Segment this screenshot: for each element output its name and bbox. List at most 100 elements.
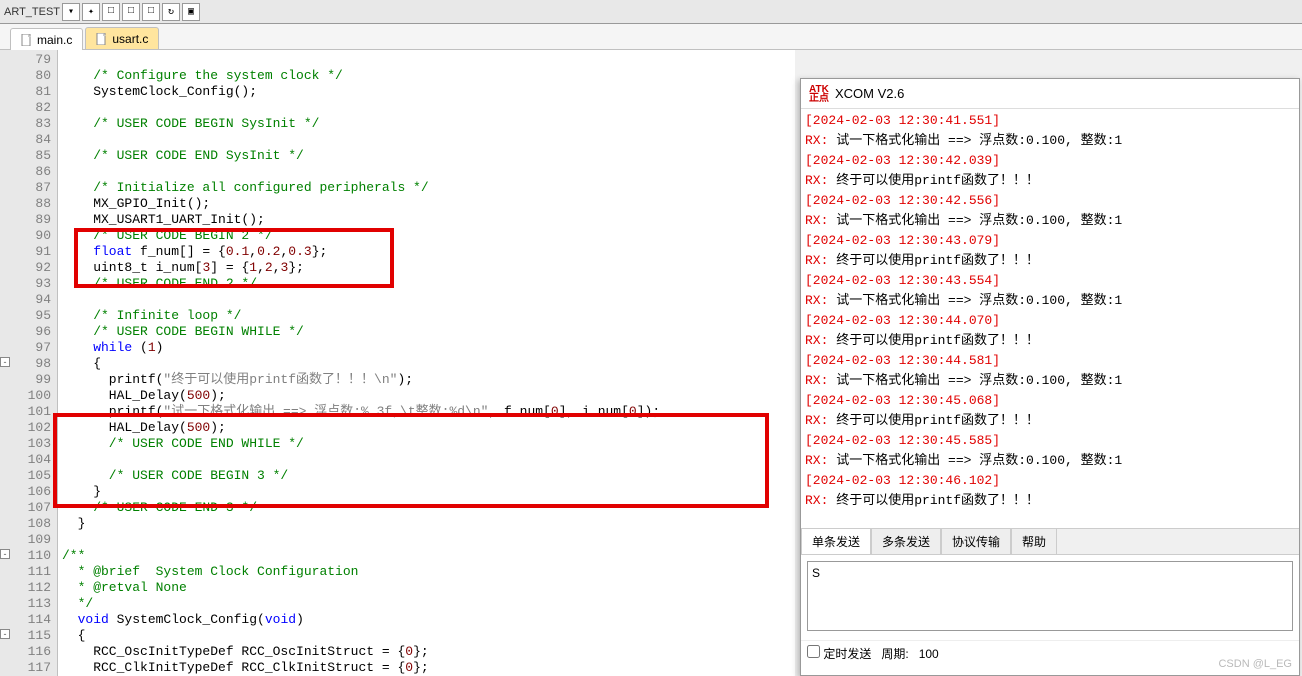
toolbar-btn-5[interactable]: ↻ <box>162 3 180 21</box>
xtab-single-send[interactable]: 单条发送 <box>801 528 871 554</box>
fold-toggle-icon[interactable]: - <box>0 357 10 367</box>
fold-toggle-icon[interactable]: - <box>0 549 10 559</box>
tab-label: usart.c <box>112 32 148 46</box>
line-number: 97 <box>0 340 57 356</box>
line-number: 108 <box>0 516 57 532</box>
toolbar-btn-3[interactable]: □ <box>122 3 140 21</box>
line-number: 103 <box>0 436 57 452</box>
code-line[interactable] <box>58 100 795 116</box>
toolbar-btn-4[interactable]: □ <box>142 3 160 21</box>
code-line[interactable]: while (1) <box>58 340 795 356</box>
code-line[interactable]: } <box>58 516 795 532</box>
toolbar-btn-2[interactable]: □ <box>102 3 120 21</box>
log-rx-line: RX: 试一下格式化输出 ==> 浮点数:0.100, 整数:1 <box>805 131 1295 151</box>
code-line[interactable]: { <box>58 628 795 644</box>
code-line[interactable]: /* Configure the system clock */ <box>58 68 795 84</box>
xtab-multi-send[interactable]: 多条发送 <box>871 528 941 554</box>
xcom-send-input[interactable] <box>807 561 1293 631</box>
line-number: 79 <box>0 52 57 68</box>
line-number: 105 <box>0 468 57 484</box>
line-number: 102 <box>0 420 57 436</box>
code-line[interactable] <box>58 292 795 308</box>
code-line[interactable]: MX_GPIO_Init(); <box>58 196 795 212</box>
code-line[interactable]: float f_num[] = {0.1,0.2,0.3}; <box>58 244 795 260</box>
line-number: 116 <box>0 644 57 660</box>
log-rx-line: RX: 试一下格式化输出 ==> 浮点数:0.100, 整数:1 <box>805 451 1295 471</box>
file-icon <box>21 34 33 46</box>
code-line[interactable]: /* USER CODE BEGIN 2 */ <box>58 228 795 244</box>
code-line[interactable]: RCC_OscInitTypeDef RCC_OscInitStruct = {… <box>58 644 795 660</box>
code-line[interactable]: void SystemClock_Config(void) <box>58 612 795 628</box>
line-number: 112 <box>0 580 57 596</box>
timed-send-checkbox[interactable]: 定时发送 <box>807 645 871 662</box>
code-line[interactable]: /* Initialize all configured peripherals… <box>58 180 795 196</box>
top-toolbar: ART_TEST ▾ ✦ □ □ □ ↻ ▣ <box>0 0 1302 24</box>
xcom-output[interactable]: [2024-02-03 12:30:41.551]RX: 试一下格式化输出 ==… <box>801 109 1299 529</box>
line-number: 91 <box>0 244 57 260</box>
period-value: 100 <box>919 647 939 661</box>
code-line[interactable]: */ <box>58 596 795 612</box>
line-number: 110- <box>0 548 57 564</box>
line-number: 101 <box>0 404 57 420</box>
code-line[interactable]: { <box>58 356 795 372</box>
log-timestamp: [2024-02-03 12:30:44.581] <box>805 351 1295 371</box>
tab-usart-c[interactable]: usart.c <box>85 27 159 49</box>
line-number: 113 <box>0 596 57 612</box>
code-line[interactable]: } <box>58 484 795 500</box>
code-editor[interactable]: 7980818283848586878889909192939495969798… <box>0 50 795 676</box>
code-line[interactable]: SystemClock_Config(); <box>58 84 795 100</box>
xcom-send-tabs: 单条发送 多条发送 协议传输 帮助 <box>801 529 1299 555</box>
log-rx-line: RX: 终于可以使用printf函数了！！！ <box>805 411 1295 431</box>
toolbar-btn-6[interactable]: ▣ <box>182 3 200 21</box>
code-line[interactable]: MX_USART1_UART_Init(); <box>58 212 795 228</box>
xcom-logo-icon: ATK正点 <box>809 85 829 103</box>
line-number: 93 <box>0 276 57 292</box>
code-line[interactable]: * @retval None <box>58 580 795 596</box>
xtab-protocol[interactable]: 协议传输 <box>941 528 1011 554</box>
fold-toggle-icon[interactable]: - <box>0 629 10 639</box>
code-line[interactable] <box>58 452 795 468</box>
log-rx-line: RX: 试一下格式化输出 ==> 浮点数:0.100, 整数:1 <box>805 371 1295 391</box>
code-line[interactable]: /* USER CODE BEGIN WHILE */ <box>58 324 795 340</box>
code-line[interactable]: printf("试一下格式化输出 ==> 浮点数:%.3f,\t整数:%d\n"… <box>58 404 795 420</box>
code-line[interactable]: /** <box>58 548 795 564</box>
line-number: 84 <box>0 132 57 148</box>
toolbar-dropdown-icon[interactable]: ▾ <box>62 3 80 21</box>
code-line[interactable]: HAL_Delay(500); <box>58 388 795 404</box>
line-gutter: 7980818283848586878889909192939495969798… <box>0 50 58 676</box>
line-number: 94 <box>0 292 57 308</box>
code-line[interactable]: /* USER CODE BEGIN 3 */ <box>58 468 795 484</box>
code-line[interactable]: /* USER CODE END 2 */ <box>58 276 795 292</box>
code-line[interactable]: /* Infinite loop */ <box>58 308 795 324</box>
tab-main-c[interactable]: main.c <box>10 28 83 50</box>
code-line[interactable] <box>58 164 795 180</box>
code-line[interactable] <box>58 532 795 548</box>
code-line[interactable] <box>58 52 795 68</box>
log-rx-line: RX: 试一下格式化输出 ==> 浮点数:0.100, 整数:1 <box>805 211 1295 231</box>
xcom-titlebar[interactable]: ATK正点 XCOM V2.6 <box>801 79 1299 109</box>
log-rx-line: RX: 试一下格式化输出 ==> 浮点数:0.100, 整数:1 <box>805 291 1295 311</box>
log-timestamp: [2024-02-03 12:30:45.585] <box>805 431 1295 451</box>
line-number: 86 <box>0 164 57 180</box>
code-line[interactable]: uint8_t i_num[3] = {1,2,3}; <box>58 260 795 276</box>
watermark: CSDN @L_EG <box>1218 658 1292 670</box>
line-number: 81 <box>0 84 57 100</box>
code-line[interactable]: RCC_ClkInitTypeDef RCC_ClkInitStruct = {… <box>58 660 795 676</box>
log-timestamp: [2024-02-03 12:30:44.070] <box>805 311 1295 331</box>
code-line[interactable]: * @brief System Clock Configuration <box>58 564 795 580</box>
toolbar-btn-1[interactable]: ✦ <box>82 3 100 21</box>
log-rx-line: RX: 终于可以使用printf函数了！！！ <box>805 171 1295 191</box>
xcom-serial-window: ATK正点 XCOM V2.6 [2024-02-03 12:30:41.551… <box>800 78 1300 676</box>
code-line[interactable] <box>58 132 795 148</box>
code-line[interactable]: /* USER CODE END WHILE */ <box>58 436 795 452</box>
xtab-help[interactable]: 帮助 <box>1011 528 1057 554</box>
code-line[interactable]: /* USER CODE BEGIN SysInit */ <box>58 116 795 132</box>
log-timestamp: [2024-02-03 12:30:42.039] <box>805 151 1295 171</box>
code-line[interactable]: /* USER CODE END SysInit */ <box>58 148 795 164</box>
code-line[interactable]: printf("终于可以使用printf函数了！！！\n"); <box>58 372 795 388</box>
line-number: 87 <box>0 180 57 196</box>
code-area[interactable]: /* Configure the system clock */ SystemC… <box>58 50 795 676</box>
line-number: 95 <box>0 308 57 324</box>
code-line[interactable]: HAL_Delay(500); <box>58 420 795 436</box>
code-line[interactable]: /* USER CODE END 3 */ <box>58 500 795 516</box>
